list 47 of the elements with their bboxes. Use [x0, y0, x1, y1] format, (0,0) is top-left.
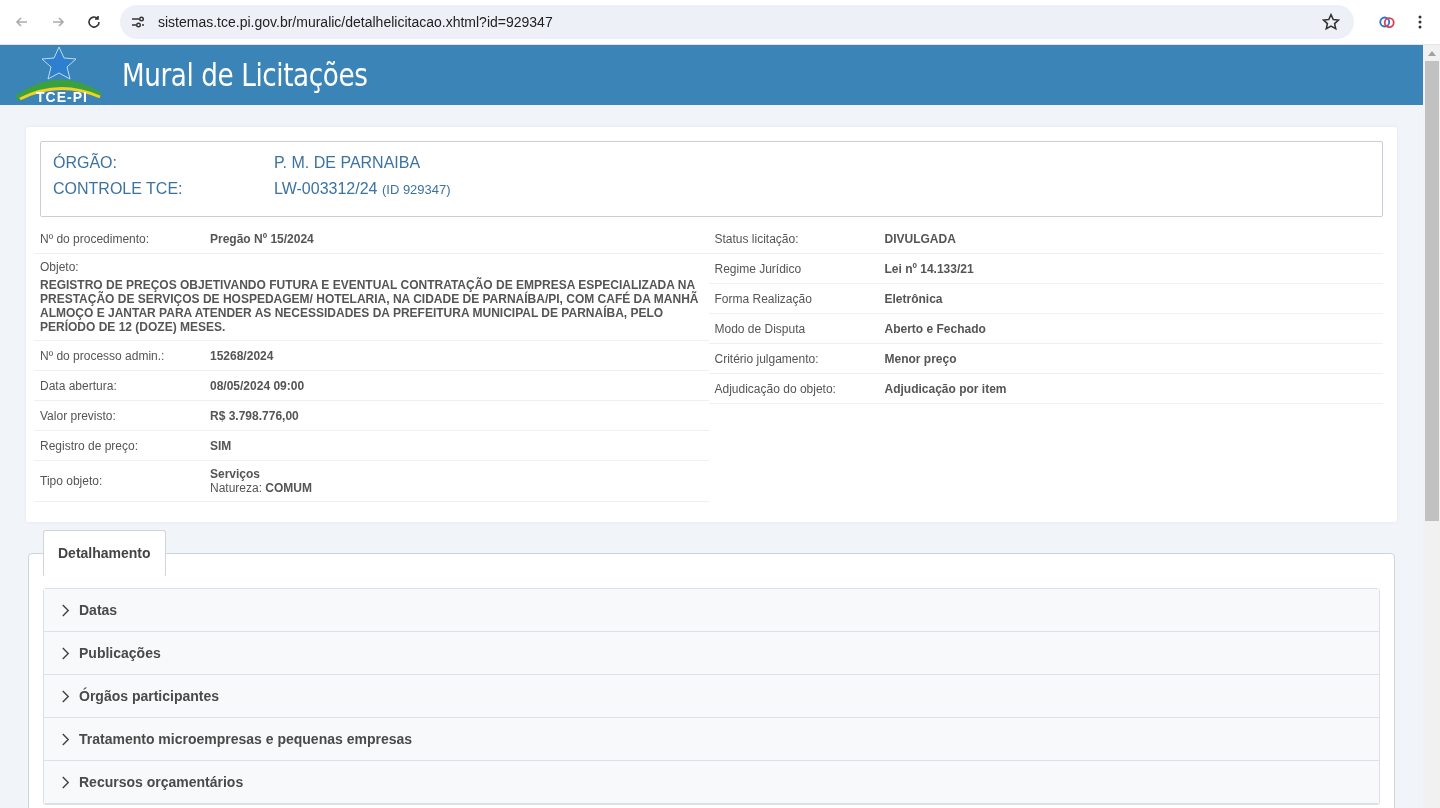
field-note: Natureza: COMUM: [210, 481, 313, 495]
field-value: Eletrônica: [884, 291, 943, 306]
field-label: CONTROLE TCE:: [53, 180, 184, 198]
field-value: Serviços: [210, 467, 262, 481]
page-title: Mural de Licitações: [122, 56, 368, 94]
field-label: Objeto:: [40, 260, 80, 274]
site-settings-icon[interactable]: [130, 14, 146, 30]
field-value: SIM: [210, 438, 232, 453]
field-label: Critério julgamento:: [714, 351, 820, 366]
field-value: DIVULGADA: [884, 231, 956, 246]
field-value: Lei nº 14.133/21: [884, 261, 974, 276]
url-text: sistemas.tce.pi.gov.br/muralic/detalhelicitacao.xhtml?id=929347: [158, 14, 554, 30]
field-value: Aberto e Fechado: [884, 321, 986, 336]
address-bar[interactable]: sistemas.tce.pi.gov.br/muralic/detalhelicitacao.xhtml?id=929347: [120, 5, 1354, 39]
field-value: 08/05/2024 09:00: [210, 378, 305, 393]
field-value: P. M. DE PARNAIBA: [274, 154, 421, 172]
accordion-header[interactable]: Órgãos participantes: [44, 675, 1379, 718]
field-label: Forma Realização: [714, 291, 813, 306]
field-value: Menor preço: [884, 351, 957, 366]
accordion-header[interactable]: Publicações: [44, 632, 1379, 675]
field-label: Adjudicação do objeto:: [714, 381, 837, 396]
logo-text: TCE-PI: [36, 89, 88, 105]
field-value: LW-003312/24 (ID 929347): [274, 180, 451, 198]
field-label: Nº do processo admin.:: [40, 348, 166, 363]
bookmark-star-icon[interactable]: [1322, 13, 1340, 31]
reload-icon[interactable]: [86, 14, 102, 30]
field-label: Modo de Disputa: [714, 321, 807, 336]
menu-icon[interactable]: [1418, 14, 1422, 30]
accordion-header[interactable]: Recursos orçamentários: [44, 761, 1379, 804]
field-label: Nº do procedimento:: [40, 231, 151, 246]
scrollbar[interactable]: [1423, 45, 1440, 808]
field-label: Valor previsto:: [40, 408, 117, 423]
accordion-header[interactable]: Tratamento microempresas e pequenas empresas: [44, 718, 1379, 761]
field-value: Pregão Nº 15/2024: [210, 231, 314, 246]
field-value: 15268/2024: [210, 348, 274, 363]
field-label: Registro de preço:: [40, 438, 140, 453]
tab[interactable]: Detalhamento: [43, 530, 166, 577]
field-value: Adjudicação por item: [884, 381, 1007, 396]
field-value: REGISTRO DE PREÇOS OBJETIVANDO FUTURA E EVENTUAL CONTRATAÇÃO DE EMPRESA ESPECIALIZADA NA PRESTAÇÃO DE SERVIÇOS DE HOSPEDAGEM/ HOTELARIA, NA CIDADE DE PARNAÍBA/PI, COM CAFÉ DA MANHÃ ALMOÇO E JANTAR PARA ATENDER AS NECESSIDADES DA PREFEITURA MUNICIPAL DE PARNAÍBA, PELO PERÍODO DE 12 (DOZE) MESES.: [40, 278, 700, 334]
field-label: Status licitação:: [714, 231, 800, 246]
field-label: Regime Jurídico: [714, 261, 803, 276]
accordion-header[interactable]: Datas: [44, 589, 1379, 632]
field-label: ÓRGÃO:: [53, 154, 118, 172]
field-value: R$ 3.798.776,00: [210, 408, 299, 423]
scrollbar-thumb[interactable]: [1424, 61, 1439, 521]
field-label: Tipo objeto:: [40, 474, 104, 488]
field-label: Data abertura:: [40, 378, 118, 393]
